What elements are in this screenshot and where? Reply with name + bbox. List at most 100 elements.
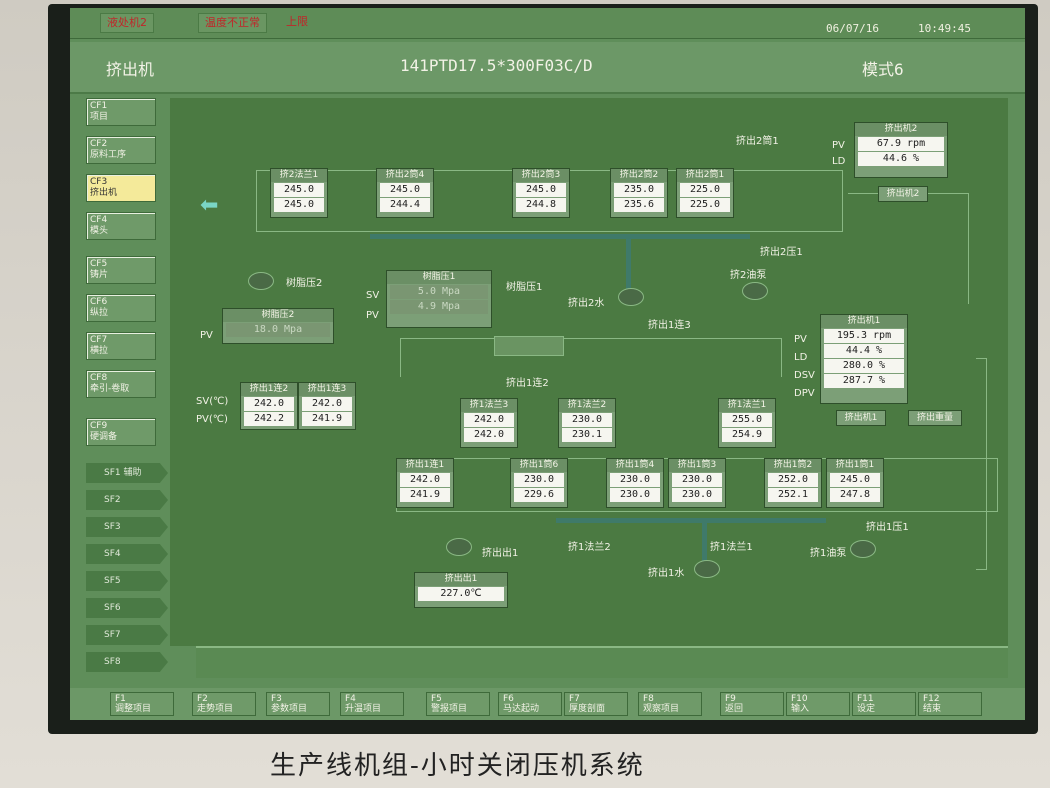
sf7-button[interactable]: SF7 — [86, 625, 168, 645]
temp-zone-panel[interactable]: 挤出2筒3 245.0 244.8 — [512, 168, 570, 218]
fkey-f4-button[interactable]: F4 升温项目 — [340, 692, 404, 716]
nav-cf9-button[interactable]: CF9 硬调备 — [86, 418, 156, 446]
fkey-label: 走势项目 — [197, 704, 234, 714]
return-line — [848, 193, 969, 304]
fkey-f7-button[interactable]: F7 厚度剖面 — [564, 692, 628, 716]
resin2-panel[interactable]: 树脂压2 18.0 Mpa — [222, 308, 334, 344]
temp-zone-panel[interactable]: 挤1法兰1 255.0 254.9 — [718, 398, 776, 448]
temp-zone-panel[interactable]: 挤出1筒4 230.0 230.0 — [606, 458, 664, 508]
nav-code: CF9 — [90, 421, 108, 431]
extruder2-ld-label: LD — [832, 156, 846, 167]
fkey-f12-button[interactable]: F12 结束 — [918, 692, 982, 716]
temp-zone-panel[interactable]: 挤1法兰3 242.0 242.0 — [460, 398, 518, 448]
label-e1out: 挤出出1 — [482, 548, 519, 559]
fkey-code: F2 — [197, 694, 208, 704]
extruder1-button[interactable]: 挤出机1 — [836, 410, 886, 426]
sf6-button[interactable]: SF6 — [86, 598, 168, 618]
extruder1-dsv-label: DSV — [794, 370, 815, 381]
nav-cf6-button[interactable]: CF6 纵拉 — [86, 294, 156, 322]
conn2-panel[interactable]: 挤出1连2 242.0 242.2 — [240, 382, 298, 430]
fkey-f3-button[interactable]: F3 参数项目 — [266, 692, 330, 716]
alarm-source[interactable]: 液处机2 — [100, 13, 154, 33]
extruder2-button[interactable]: 挤出机2 — [878, 186, 928, 202]
temp-zone-panel[interactable]: 挤出2筒4 245.0 244.4 — [376, 168, 434, 218]
extruder-out-panel[interactable]: 挤出出1 227.0℃ — [414, 572, 508, 608]
nav-cf8-button[interactable]: CF8 牵引-卷取 — [86, 370, 156, 398]
zone-title: 挤2法兰1 — [271, 169, 327, 182]
resin1-label: 树脂压1 — [506, 282, 543, 293]
extruder1-title: 挤出机1 — [821, 315, 907, 328]
temp-zone-panel[interactable]: 挤出1连1 242.0 241.9 — [396, 458, 454, 508]
fkey-code: F6 — [503, 694, 514, 704]
conn3-pv: 241.9 — [302, 412, 352, 426]
resin1-panel[interactable]: 树脂压1 5.0 Mpa 4.9 Mpa — [386, 270, 492, 328]
fkey-label: 返回 — [725, 704, 744, 714]
sf2-button[interactable]: SF2 — [86, 490, 168, 510]
resin1-pv-label: PV — [366, 310, 379, 321]
zone-sv: 225.0 — [680, 183, 730, 197]
temp-zone-panel[interactable]: 挤出1筒6 230.0 229.6 — [510, 458, 568, 508]
nav-cf3-button[interactable]: CF3 挤出机 — [86, 174, 156, 202]
nav-cf2-button[interactable]: CF2 原料工序 — [86, 136, 156, 164]
extruder1-panel[interactable]: 挤出机1 195.3 rpm 44.4 % 280.0 % 287.7 % — [820, 314, 908, 404]
fkey-f2-button[interactable]: F2 走势项目 — [192, 692, 256, 716]
resin2-pv-label: PV — [200, 330, 213, 341]
nav-cf7-button[interactable]: CF7 横拉 — [86, 332, 156, 360]
fkey-f10-button[interactable]: F10 输入 — [786, 692, 850, 716]
fkey-f1-button[interactable]: F1 调整项目 — [110, 692, 174, 716]
temp-zone-panel[interactable]: 挤出1筒3 230.0 230.0 — [668, 458, 726, 508]
fkey-f6-button[interactable]: F6 马达起动 — [498, 692, 562, 716]
zone-sv: 230.0 — [672, 473, 722, 487]
extruder2-title: 挤出机2 — [855, 123, 947, 136]
temp-zone-panel[interactable]: 挤出2筒2 235.0 235.6 — [610, 168, 668, 218]
fkey-label: 观察项目 — [643, 704, 680, 714]
nav-cf1-button[interactable]: CF1 项目 — [86, 98, 156, 126]
pump-icon — [618, 288, 644, 306]
label-p1: 挤出1压1 — [866, 522, 909, 533]
cooling-pipe-top — [370, 234, 750, 239]
zone-sv: 230.0 — [610, 473, 660, 487]
temp-zone-panel[interactable]: 挤出1筒1 245.0 247.8 — [826, 458, 884, 508]
fkey-f5-button[interactable]: F5 警报项目 — [426, 692, 490, 716]
weight-control-button[interactable]: 挤出重量 — [908, 410, 962, 426]
nav-code: CF2 — [90, 139, 108, 149]
sf8-button[interactable]: SF8 — [86, 652, 168, 672]
fkey-f11-button[interactable]: F11 设定 — [852, 692, 916, 716]
sf4-button[interactable]: SF4 — [86, 544, 168, 564]
fkey-code: F3 — [271, 694, 282, 704]
connector-pipe — [400, 338, 782, 377]
fkey-f8-button[interactable]: F8 观察项目 — [638, 692, 702, 716]
extruder2-panel[interactable]: 挤出机2 67.9 rpm 44.6 % — [854, 122, 948, 178]
conn3-title: 挤出1连3 — [299, 383, 355, 396]
nav-cf5-button[interactable]: CF5 铸片 — [86, 256, 156, 284]
flow-arrow-icon: ⬅ — [200, 193, 219, 218]
fkey-f9-button[interactable]: F9 返回 — [720, 692, 784, 716]
mode-indicator: 模式6 — [862, 60, 904, 79]
sf1-button[interactable]: SF1 辅助 — [86, 463, 168, 483]
resin2-label: 树脂压2 — [286, 278, 323, 289]
process-diagram: ⬅ 挤2法兰1 245.0 245.0 挤出2筒4 245.0 244.4 挤出2筒3 245… — [170, 98, 1008, 646]
extruder2-load: 44.6 % — [858, 152, 944, 166]
extruder1-dpv: 287.7 % — [824, 374, 904, 388]
fkey-code: F1 — [115, 694, 126, 704]
zone-pv: 230.0 — [672, 488, 722, 502]
temp-zone-panel[interactable]: 挤出1筒2 252.0 252.1 — [764, 458, 822, 508]
nav-label: 横拉 — [90, 346, 109, 356]
zone-pv: 244.4 — [380, 198, 430, 212]
alarm-message[interactable]: 温度不正常 — [198, 13, 267, 33]
zone-title: 挤出2筒4 — [377, 169, 433, 182]
sf5-button[interactable]: SF5 — [86, 571, 168, 591]
nav-cf4-button[interactable]: CF4 模头 — [86, 212, 156, 240]
sf3-button[interactable]: SF3 — [86, 517, 168, 537]
zone-title: 挤出2筒2 — [611, 169, 667, 182]
zone-sv: 242.0 — [464, 413, 514, 427]
zone-sv: 235.0 — [614, 183, 664, 197]
zone-sv: 245.0 — [516, 183, 566, 197]
temp-zone-panel[interactable]: 挤2法兰1 245.0 245.0 — [270, 168, 328, 218]
temp-zone-panel[interactable]: 挤出2筒1 225.0 225.0 — [676, 168, 734, 218]
date-display: 06/07/16 — [826, 22, 879, 35]
zone-title: 挤出1筒3 — [669, 459, 725, 472]
temp-zone-panel[interactable]: 挤1法兰2 230.0 230.1 — [558, 398, 616, 448]
zone-pv: 229.6 — [514, 488, 564, 502]
conn3-panel[interactable]: 挤出1连3 242.0 241.9 — [298, 382, 356, 430]
